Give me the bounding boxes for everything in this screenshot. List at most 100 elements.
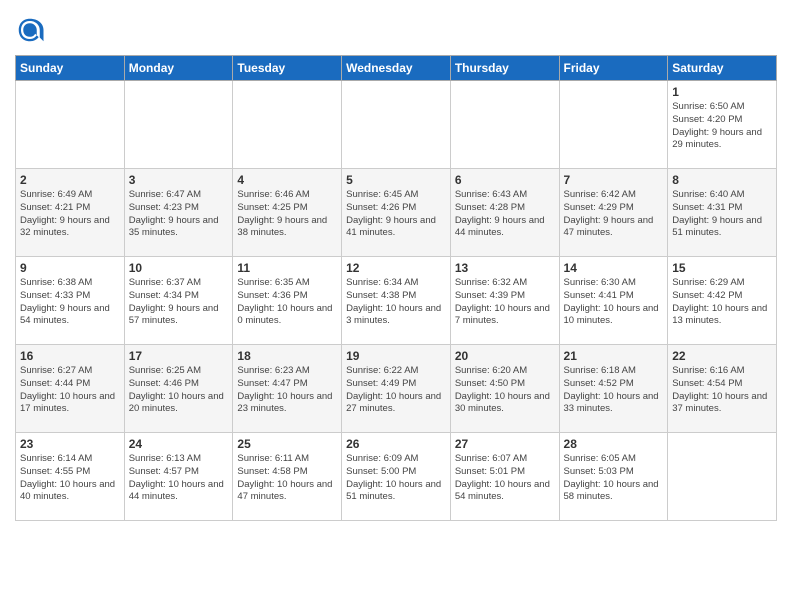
day-cell: 14 Sunrise: 6:30 AM Sunset: 4:41 PM Dayli… [559, 257, 668, 345]
day-info: Sunrise: 6:30 AM Sunset: 4:41 PM Dayligh… [564, 277, 664, 328]
day-info: Sunrise: 6:22 AM Sunset: 4:49 PM Dayligh… [346, 365, 446, 416]
day-number: 19 [346, 349, 446, 363]
day-cell: 19 Sunrise: 6:22 AM Sunset: 4:49 PM Dayli… [342, 345, 451, 433]
day-cell [124, 81, 233, 169]
calendar-table: SundayMondayTuesdayWednesdayThursdayFrid… [15, 55, 777, 521]
logo [15, 15, 49, 45]
day-cell: 2 Sunrise: 6:49 AM Sunset: 4:21 PM Daylig… [16, 169, 125, 257]
day-number: 1 [672, 85, 772, 99]
day-cell: 28 Sunrise: 6:05 AM Sunset: 5:03 PM Dayli… [559, 433, 668, 521]
day-info: Sunrise: 6:40 AM Sunset: 4:31 PM Dayligh… [672, 189, 772, 240]
week-row-3: 9 Sunrise: 6:38 AM Sunset: 4:33 PM Daylig… [16, 257, 777, 345]
day-cell: 25 Sunrise: 6:11 AM Sunset: 4:58 PM Dayli… [233, 433, 342, 521]
day-cell: 26 Sunrise: 6:09 AM Sunset: 5:00 PM Dayli… [342, 433, 451, 521]
day-cell [16, 81, 125, 169]
column-header-wednesday: Wednesday [342, 56, 451, 81]
day-info: Sunrise: 6:14 AM Sunset: 4:55 PM Dayligh… [20, 453, 120, 504]
day-cell: 17 Sunrise: 6:25 AM Sunset: 4:46 PM Dayli… [124, 345, 233, 433]
day-cell: 16 Sunrise: 6:27 AM Sunset: 4:44 PM Dayli… [16, 345, 125, 433]
day-info: Sunrise: 6:38 AM Sunset: 4:33 PM Dayligh… [20, 277, 120, 328]
day-number: 12 [346, 261, 446, 275]
day-cell: 11 Sunrise: 6:35 AM Sunset: 4:36 PM Dayli… [233, 257, 342, 345]
day-number: 2 [20, 173, 120, 187]
day-cell: 1 Sunrise: 6:50 AM Sunset: 4:20 PM Daylig… [668, 81, 777, 169]
day-number: 24 [129, 437, 229, 451]
day-cell [668, 433, 777, 521]
day-number: 7 [564, 173, 664, 187]
week-row-1: 1 Sunrise: 6:50 AM Sunset: 4:20 PM Daylig… [16, 81, 777, 169]
day-number: 5 [346, 173, 446, 187]
day-number: 25 [237, 437, 337, 451]
day-number: 18 [237, 349, 337, 363]
day-info: Sunrise: 6:18 AM Sunset: 4:52 PM Dayligh… [564, 365, 664, 416]
day-info: Sunrise: 6:09 AM Sunset: 5:00 PM Dayligh… [346, 453, 446, 504]
day-cell: 9 Sunrise: 6:38 AM Sunset: 4:33 PM Daylig… [16, 257, 125, 345]
day-number: 13 [455, 261, 555, 275]
day-info: Sunrise: 6:29 AM Sunset: 4:42 PM Dayligh… [672, 277, 772, 328]
day-info: Sunrise: 6:23 AM Sunset: 4:47 PM Dayligh… [237, 365, 337, 416]
day-info: Sunrise: 6:46 AM Sunset: 4:25 PM Dayligh… [237, 189, 337, 240]
day-info: Sunrise: 6:13 AM Sunset: 4:57 PM Dayligh… [129, 453, 229, 504]
day-cell: 20Sunrise: 6:20 AM Sunset: 4:50 PM Dayli… [450, 345, 559, 433]
week-row-2: 2 Sunrise: 6:49 AM Sunset: 4:21 PM Daylig… [16, 169, 777, 257]
day-info: Sunrise: 6:32 AM Sunset: 4:39 PM Dayligh… [455, 277, 555, 328]
day-info: Sunrise: 6:42 AM Sunset: 4:29 PM Dayligh… [564, 189, 664, 240]
day-number: 27 [455, 437, 555, 451]
day-info: Sunrise: 6:50 AM Sunset: 4:20 PM Dayligh… [672, 101, 772, 152]
day-number: 3 [129, 173, 229, 187]
day-cell: 22Sunrise: 6:16 AM Sunset: 4:54 PM Dayli… [668, 345, 777, 433]
day-number: 26 [346, 437, 446, 451]
day-cell: 6Sunrise: 6:43 AM Sunset: 4:28 PM Daylig… [450, 169, 559, 257]
logo-icon [15, 15, 45, 45]
column-header-tuesday: Tuesday [233, 56, 342, 81]
day-number: 23 [20, 437, 120, 451]
day-info: Sunrise: 6:45 AM Sunset: 4:26 PM Dayligh… [346, 189, 446, 240]
column-header-thursday: Thursday [450, 56, 559, 81]
day-number: 21 [564, 349, 664, 363]
day-cell: 12 Sunrise: 6:34 AM Sunset: 4:38 PM Dayli… [342, 257, 451, 345]
day-cell [559, 81, 668, 169]
day-cell: 8 Sunrise: 6:40 AM Sunset: 4:31 PM Daylig… [668, 169, 777, 257]
day-info: Sunrise: 6:43 AM Sunset: 4:28 PM Dayligh… [455, 189, 555, 240]
day-cell [450, 81, 559, 169]
day-info: Sunrise: 6:27 AM Sunset: 4:44 PM Dayligh… [20, 365, 120, 416]
day-info: Sunrise: 6:35 AM Sunset: 4:36 PM Dayligh… [237, 277, 337, 328]
day-number: 8 [672, 173, 772, 187]
day-info: Sunrise: 6:34 AM Sunset: 4:38 PM Dayligh… [346, 277, 446, 328]
column-header-sunday: Sunday [16, 56, 125, 81]
day-number: 28 [564, 437, 664, 451]
day-info: Sunrise: 6:47 AM Sunset: 4:23 PM Dayligh… [129, 189, 229, 240]
day-cell: 24 Sunrise: 6:13 AM Sunset: 4:57 PM Dayli… [124, 433, 233, 521]
calendar-header-row: SundayMondayTuesdayWednesdayThursdayFrid… [16, 56, 777, 81]
day-cell: 13 Sunrise: 6:32 AM Sunset: 4:39 PM Dayli… [450, 257, 559, 345]
day-number: 9 [20, 261, 120, 275]
day-cell: 15 Sunrise: 6:29 AM Sunset: 4:42 PM Dayli… [668, 257, 777, 345]
day-info: Sunrise: 6:20 AM Sunset: 4:50 PM Dayligh… [455, 365, 555, 416]
column-header-saturday: Saturday [668, 56, 777, 81]
day-info: Sunrise: 6:49 AM Sunset: 4:21 PM Dayligh… [20, 189, 120, 240]
week-row-4: 16 Sunrise: 6:27 AM Sunset: 4:44 PM Dayli… [16, 345, 777, 433]
day-cell: 3 Sunrise: 6:47 AM Sunset: 4:23 PM Daylig… [124, 169, 233, 257]
day-cell: 4 Sunrise: 6:46 AM Sunset: 4:25 PM Daylig… [233, 169, 342, 257]
column-header-friday: Friday [559, 56, 668, 81]
day-cell: 27 Sunrise: 6:07 AM Sunset: 5:01 PM Dayli… [450, 433, 559, 521]
day-number: 10 [129, 261, 229, 275]
day-info: Sunrise: 6:11 AM Sunset: 4:58 PM Dayligh… [237, 453, 337, 504]
day-number: 16 [20, 349, 120, 363]
day-info: Sunrise: 6:25 AM Sunset: 4:46 PM Dayligh… [129, 365, 229, 416]
day-number: 11 [237, 261, 337, 275]
day-info: Sunrise: 6:07 AM Sunset: 5:01 PM Dayligh… [455, 453, 555, 504]
day-info: Sunrise: 6:37 AM Sunset: 4:34 PM Dayligh… [129, 277, 229, 328]
day-info: Sunrise: 6:05 AM Sunset: 5:03 PM Dayligh… [564, 453, 664, 504]
day-cell: 10 Sunrise: 6:37 AM Sunset: 4:34 PM Dayli… [124, 257, 233, 345]
column-header-monday: Monday [124, 56, 233, 81]
day-info: Sunrise: 6:16 AM Sunset: 4:54 PM Dayligh… [672, 365, 772, 416]
page-header [15, 15, 777, 45]
day-number: 14 [564, 261, 664, 275]
day-number: 17 [129, 349, 229, 363]
day-cell: 21 Sunrise: 6:18 AM Sunset: 4:52 PM Dayli… [559, 345, 668, 433]
day-cell [233, 81, 342, 169]
day-cell: 7 Sunrise: 6:42 AM Sunset: 4:29 PM Daylig… [559, 169, 668, 257]
day-number: 15 [672, 261, 772, 275]
day-number: 4 [237, 173, 337, 187]
